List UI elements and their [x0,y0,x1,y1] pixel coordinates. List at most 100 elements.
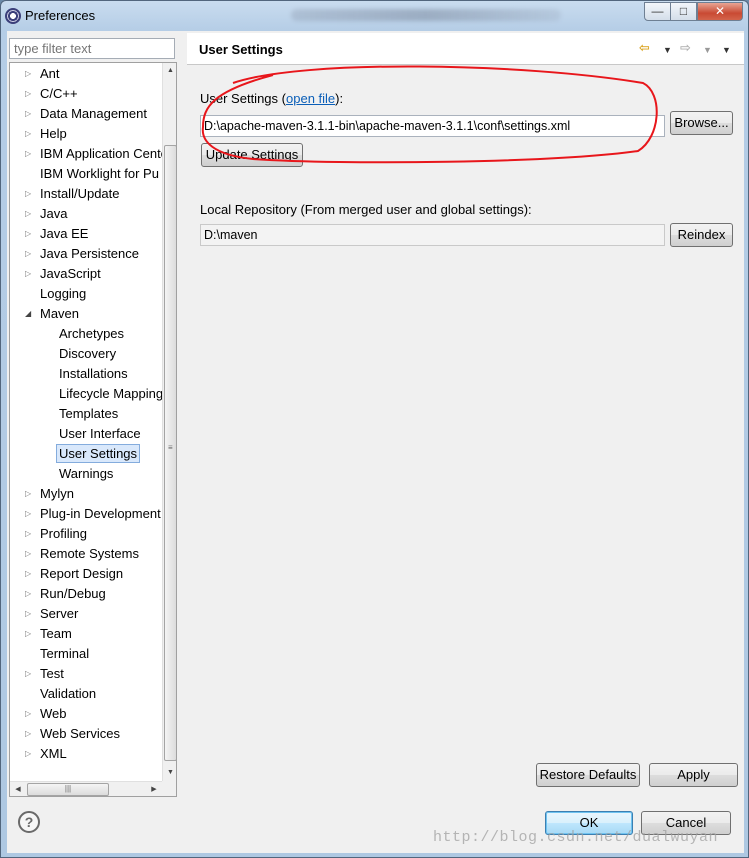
collapsed-arrow-icon[interactable]: ▷ [25,544,35,564]
dialog-client-area: ▷ Ant ▷ C/C++ ▷ Data Management ▷ Help ▷ IBM Appl… [7,31,744,853]
tree-item[interactable]: ▷ IBM Application Cente [25,144,168,164]
collapsed-arrow-icon[interactable]: ▷ [25,484,35,504]
collapsed-arrow-icon[interactable]: ▷ [25,184,35,204]
collapsed-arrow-icon[interactable]: ▷ [25,224,35,244]
collapsed-arrow-icon[interactable]: ▷ [25,264,35,284]
tree-item[interactable]: ▷ Mylyn [25,484,74,504]
tree-item[interactable]: ▷ Plug-in Development [25,504,161,524]
collapsed-arrow-icon[interactable]: ▷ [25,744,35,764]
tree-item-label: Install/Update [40,186,120,201]
forward-dropdown-icon[interactable]: ▼ [703,43,712,57]
restore-defaults-button[interactable]: Restore Defaults [536,763,640,787]
tree-item[interactable]: User Interface [59,424,141,444]
tree-item[interactable]: ▷ Java EE [25,224,88,244]
scroll-thumb-horizontal[interactable]: ||| [27,783,109,796]
scrollbar-corner [162,781,176,796]
tree-item[interactable]: Discovery [59,344,116,364]
tree-item[interactable]: ▷ Remote Systems [25,544,139,564]
tree-item[interactable]: ▷ Test [25,664,64,684]
user-settings-label: User Settings (open file): [200,91,343,106]
tree-item[interactable]: Terminal [40,644,89,664]
window-title: Preferences [25,8,96,23]
user-settings-label-text: User Settings [200,91,279,106]
tree-item[interactable]: ▷ Run/Debug [25,584,106,604]
collapsed-arrow-icon[interactable]: ▷ [25,144,35,164]
tree-item[interactable]: ▷ Report Design [25,564,124,584]
user-settings-file-field[interactable]: D:\apache-maven-3.1.1-bin\apache-maven-3… [200,115,665,137]
tree-item-label: Report Design [40,566,124,581]
tree-item-label: Java [40,206,68,221]
collapsed-arrow-icon[interactable]: ▷ [25,624,35,644]
collapsed-arrow-icon[interactable]: ▷ [25,604,35,624]
tree-item[interactable]: ▷ Ant [25,64,60,84]
tree-item[interactable]: Warnings [59,464,113,484]
tree-item[interactable]: User Settings [56,444,141,464]
update-settings-button[interactable]: Update Settings [201,143,303,167]
close-button[interactable]: ✕ [697,2,743,21]
blurred-title-region [291,9,561,21]
tree-item[interactable]: ▷ Profiling [25,524,87,544]
scroll-thumb[interactable]: ≡ [164,145,176,761]
back-arrow-icon[interactable]: ⇦ [639,41,650,55]
tree-item-label: IBM Application Cente [40,146,168,161]
filter-input[interactable] [9,38,175,59]
tree-item-label: C/C++ [40,86,78,101]
tree-item[interactable]: Validation [40,684,96,704]
scroll-up-arrow-icon[interactable]: ▲ [163,63,176,79]
tree-item-label: Run/Debug [40,586,106,601]
scroll-right-arrow-icon[interactable]: ▶ [146,782,162,796]
expanded-arrow-icon[interactable]: ◢ [25,304,35,324]
reindex-button[interactable]: Reindex [670,223,733,247]
tree-item[interactable]: ▷ Data Management [25,104,147,124]
collapsed-arrow-icon[interactable]: ▷ [25,84,35,104]
tree-item[interactable]: ▷ Server [25,604,78,624]
tree-item[interactable]: ◢ Maven [25,304,79,324]
local-repository-field[interactable]: D:\maven [200,224,665,246]
collapsed-arrow-icon[interactable]: ▷ [25,104,35,124]
apply-button[interactable]: Apply [649,763,738,787]
tree-item-label: Data Management [40,106,147,121]
tree-item[interactable]: ▷ XML [25,744,67,764]
tree-item[interactable]: Lifecycle Mapping [59,384,163,404]
tree-item[interactable]: ▷ Install/Update [25,184,120,204]
tree-vertical-scrollbar[interactable]: ▲ ≡ ▼ [162,63,176,781]
preference-page: User Settings ⇦ ▼ ⇨ ▼ ▼ User Settings (o… [187,33,744,801]
open-file-link[interactable]: open file [286,91,335,106]
collapsed-arrow-icon[interactable]: ▷ [25,244,35,264]
tree-item[interactable]: ▷ C/C++ [25,84,78,104]
tree-item[interactable]: ▷ Web Services [25,724,120,744]
tree-item[interactable]: ▷ Team [25,624,72,644]
tree-horizontal-scrollbar[interactable]: ◀ ||| ▶ [10,781,162,796]
forward-arrow-icon[interactable]: ⇨ [680,41,691,55]
scroll-left-arrow-icon[interactable]: ◀ [10,782,26,796]
tree-item[interactable]: Templates [59,404,118,424]
collapsed-arrow-icon[interactable]: ▷ [25,664,35,684]
help-icon[interactable]: ? [18,811,40,833]
title-bar[interactable]: Preferences — □ ✕ [1,1,748,31]
tree-item[interactable]: ▷ Java [25,204,68,224]
tree-item[interactable]: Archetypes [59,324,124,344]
tree-item[interactable]: ▷ Help [25,124,67,144]
view-menu-icon[interactable]: ▼ [722,43,731,57]
collapsed-arrow-icon[interactable]: ▷ [25,564,35,584]
browse-button[interactable]: Browse... [670,111,733,135]
collapsed-arrow-icon[interactable]: ▷ [25,524,35,544]
collapsed-arrow-icon[interactable]: ▷ [25,124,35,144]
back-dropdown-icon[interactable]: ▼ [663,43,672,57]
tree-item[interactable]: Installations [59,364,128,384]
collapsed-arrow-icon[interactable]: ▷ [25,724,35,744]
collapsed-arrow-icon[interactable]: ▷ [25,704,35,724]
collapsed-arrow-icon[interactable]: ▷ [25,204,35,224]
tree-item[interactable]: Logging [40,284,86,304]
collapsed-arrow-icon[interactable]: ▷ [25,64,35,84]
tree-item[interactable]: ▷ JavaScript [25,264,101,284]
collapsed-arrow-icon[interactable]: ▷ [25,584,35,604]
tree-item[interactable]: IBM Worklight for Pu [40,164,159,184]
tree-item[interactable]: ▷ Web [25,704,67,724]
tree-item[interactable]: ▷ Java Persistence [25,244,139,264]
minimize-button[interactable]: — [644,2,671,21]
collapsed-arrow-icon[interactable]: ▷ [25,504,35,524]
tree-item-label: Logging [40,286,87,301]
scroll-down-arrow-icon[interactable]: ▼ [163,765,176,781]
maximize-button[interactable]: □ [670,2,697,21]
